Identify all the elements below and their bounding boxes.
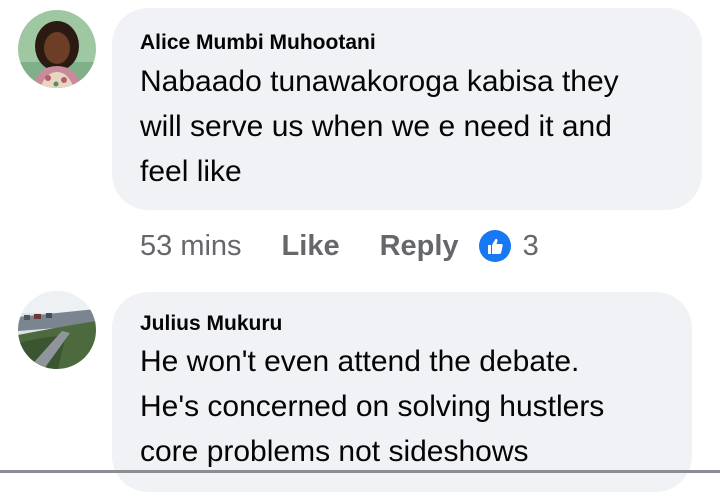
comment-text-line: Nabaado tunawakoroga kabisa they — [140, 65, 619, 98]
comment-text-line: He won't even attend the debate. — [140, 345, 580, 378]
comment-text-line: will serve us when we e need it and — [140, 110, 612, 143]
thumbs-up-icon — [478, 230, 511, 262]
comment-author[interactable]: Alice Mumbi Muhootani — [140, 31, 376, 55]
profile-photo — [18, 10, 96, 88]
comment-text-line: feel like — [140, 155, 242, 188]
comment-timestamp[interactable]: 53 mins — [140, 230, 242, 263]
profile-photo — [18, 291, 96, 369]
reaction-count: 3 — [522, 229, 539, 262]
comment-text: Nabaado tunawakoroga kabisa they will se… — [140, 59, 619, 194]
avatar[interactable] — [18, 10, 96, 88]
reaction-summary[interactable]: 3 — [478, 229, 539, 263]
comment-text-line: core problems not sideshows — [140, 435, 529, 468]
comment-text-line: He's concerned on solving hustlers — [140, 390, 605, 423]
avatar[interactable] — [18, 291, 96, 369]
like-button[interactable]: Like — [282, 230, 340, 263]
reply-button[interactable]: Reply — [380, 230, 459, 263]
comment-author[interactable]: Julius Mukuru — [140, 312, 282, 336]
comment-actions: 53 mins Like Reply 3 — [140, 224, 539, 268]
comment-text: He won't even attend the debate. He's co… — [140, 339, 604, 474]
